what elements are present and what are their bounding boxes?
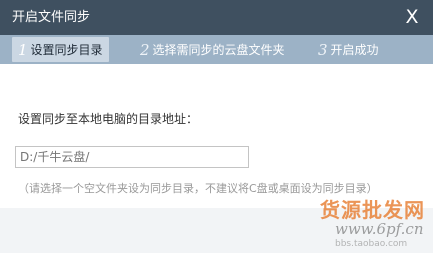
directory-path-input[interactable] [15, 146, 249, 168]
step-3-label: 开启成功 [330, 43, 379, 57]
step-2-select-folder: 2 选择需同步的云盘文件夹 [140, 35, 285, 64]
close-icon[interactable]: X [401, 5, 423, 29]
step-2-number: 2 [140, 40, 150, 59]
step-indicator: 1 设置同步目录 2 选择需同步的云盘文件夹 3 开启成功 [0, 35, 433, 64]
watermark-logo-text: 货源批发网 [320, 198, 425, 222]
directory-label: 设置同步至本地电脑的目录地址： [18, 112, 199, 126]
step-1-label: 设置同步目录 [30, 43, 103, 57]
step-3-success: 3 开启成功 [318, 35, 379, 64]
watermark-url: www.6pf.cn [335, 220, 424, 238]
window-title: 开启文件同步 [12, 10, 91, 25]
step-2-label: 选择需同步的云盘文件夹 [152, 43, 285, 57]
title-bar: 开启文件同步 X [0, 0, 433, 35]
step-1-number: 1 [18, 40, 28, 59]
step-1-set-directory: 1 设置同步目录 [12, 37, 109, 62]
watermark-source: bbs.taobao.com [335, 239, 408, 249]
step-3-number: 3 [318, 40, 328, 59]
